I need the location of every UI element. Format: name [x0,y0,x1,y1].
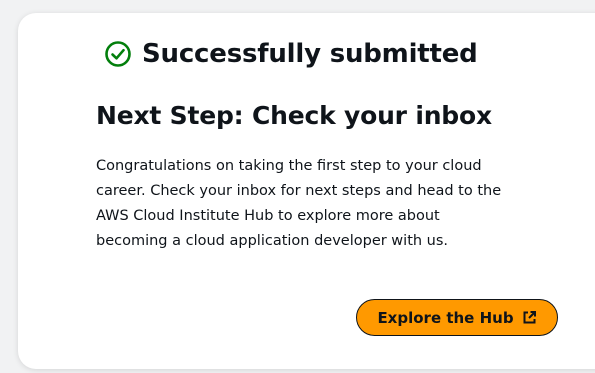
status-text: Successfully submitted [142,39,478,69]
next-step-heading: Next Step: Check your inbox [96,101,492,130]
body-line: career. Check your inbox for next steps … [96,183,502,199]
next-step-body: Congratulations on taking the first step… [96,154,516,254]
body-line: AWS Cloud Institute Hub to explore more … [96,208,440,224]
external-link-icon [522,310,537,325]
body-line: Congratulations on taking the first step… [96,158,482,174]
confirmation-card: Successfully submitted Next Step: Check … [18,13,595,369]
status-row: Successfully submitted [104,39,478,69]
explore-hub-label: Explore the Hub [377,308,514,327]
check-circle-icon [104,40,132,68]
explore-hub-button[interactable]: Explore the Hub [356,299,558,336]
body-line: becoming a cloud application developer w… [96,233,449,249]
